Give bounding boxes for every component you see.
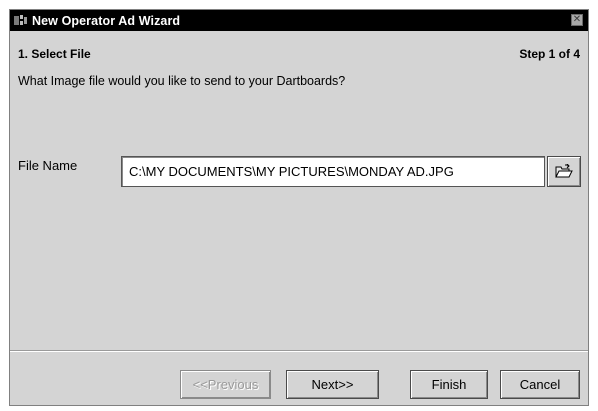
section-title: 1. Select File: [18, 47, 91, 61]
step-indicator: Step 1 of 4: [519, 47, 580, 61]
previous-button[interactable]: <<Previous: [180, 370, 271, 399]
button-separator: [10, 350, 588, 352]
question-text: What Image file would you like to send t…: [18, 74, 346, 88]
window-title: New Operator Ad Wizard: [32, 13, 181, 28]
title-bar[interactable]: New Operator Ad Wizard ✕: [10, 10, 588, 31]
finish-button[interactable]: Finish: [410, 370, 488, 399]
cancel-button[interactable]: Cancel: [500, 370, 580, 399]
close-button[interactable]: ✕: [571, 14, 583, 26]
file-name-input[interactable]: [121, 156, 545, 187]
wizard-window: New Operator Ad Wizard ✕ 1. Select File …: [9, 9, 589, 406]
file-name-label: File Name: [18, 158, 78, 173]
next-button[interactable]: Next>>: [286, 370, 379, 399]
dartboard-app-icon: [14, 15, 28, 26]
browse-button[interactable]: [547, 156, 581, 187]
open-folder-icon: [555, 164, 573, 178]
